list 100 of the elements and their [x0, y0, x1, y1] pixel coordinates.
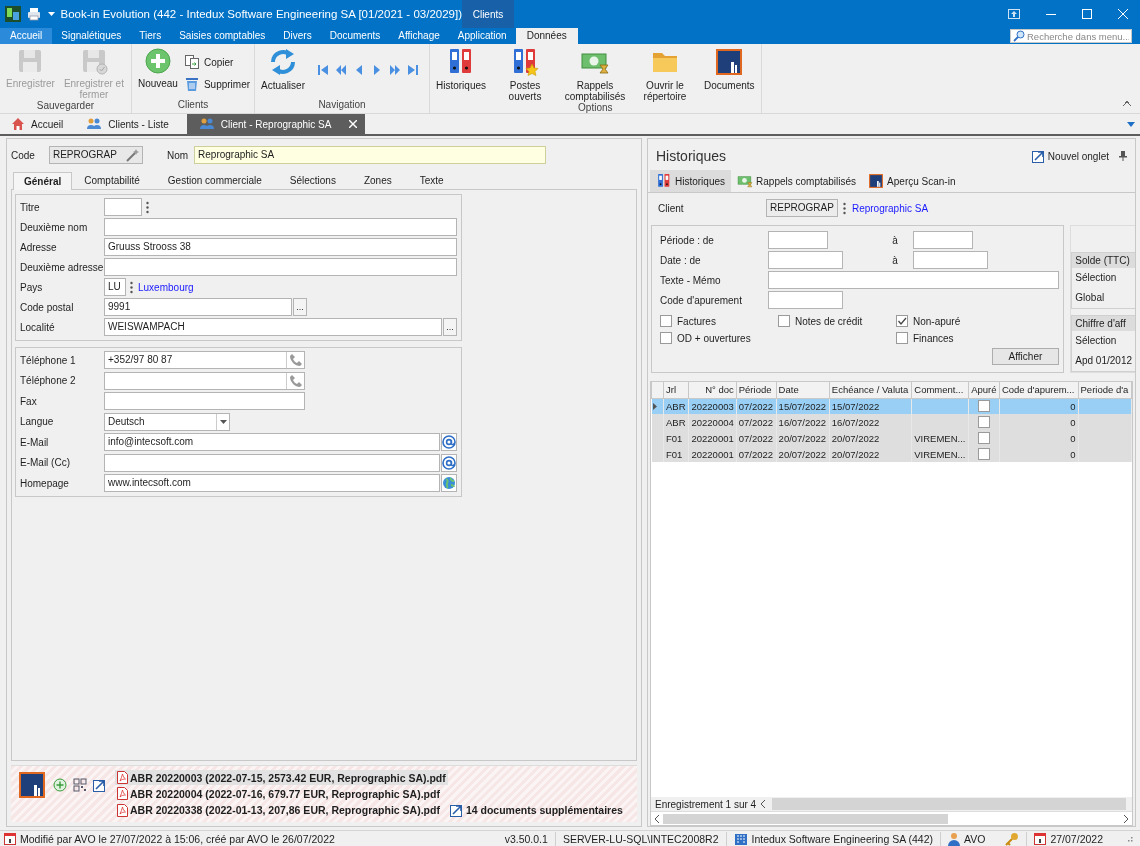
menu-tab[interactable]: Application: [448, 28, 516, 44]
text-field[interactable]: [768, 291, 843, 309]
text-field[interactable]: [104, 218, 457, 236]
skip-back-icon[interactable]: [317, 64, 329, 76]
attachment-link[interactable]: ABR 20220338 (2022-01-13, 207,86 EUR, Reprographic SA).pdf: [115, 802, 442, 818]
column-header[interactable]: Code d'apurem...: [999, 382, 1078, 398]
more-documents-link[interactable]: 14 documents supplémentaires: [447, 802, 625, 818]
form-tab[interactable]: Gestion commerciale: [157, 172, 272, 189]
shortcut-arrow-icon[interactable]: [1031, 149, 1046, 163]
close-icon[interactable]: [349, 120, 358, 128]
menu-tab[interactable]: Tiers: [130, 28, 171, 44]
code-field[interactable]: REPROGRAP: [766, 199, 838, 217]
column-header[interactable]: Période: [736, 382, 777, 398]
menu-tab[interactable]: Saisies comptables: [170, 28, 275, 44]
text-field[interactable]: LU: [104, 278, 126, 296]
more-dots-icon[interactable]: [130, 280, 133, 294]
column-header[interactable]: Echéance / Valuta: [829, 382, 912, 398]
column-header[interactable]: Jrl: [663, 382, 689, 398]
menu-tab[interactable]: Documents: [320, 28, 390, 44]
text-field[interactable]: www.intecsoft.com: [104, 474, 440, 492]
checkbox[interactable]: [660, 332, 672, 344]
document-tab[interactable]: Clients - Liste: [81, 114, 181, 134]
menu-tab[interactable]: Accueil: [0, 28, 53, 44]
menu-tab[interactable]: Divers: [274, 28, 321, 44]
search-field[interactable]: Recherche dans menu...: [1010, 29, 1132, 43]
text-field[interactable]: [768, 251, 843, 269]
table-row[interactable]: F01 20220001 07/2022 20/07/2022 20/07/2022 VIREMEN... 0: [651, 430, 1132, 446]
attachment-link[interactable]: ABR 20220004 (2022-07-16, 679.77 EUR, Reprographic SA).pdf: [115, 786, 442, 801]
checkbox[interactable]: [978, 400, 991, 413]
form-tab[interactable]: Zones: [353, 172, 402, 189]
scrollbar[interactable]: [663, 813, 948, 824]
maximize-icon[interactable]: [1082, 9, 1092, 19]
phone-icon[interactable]: [289, 353, 303, 367]
ribbon-button[interactable]: Historiques: [434, 47, 488, 91]
text-field[interactable]: 9991: [104, 298, 292, 316]
checkbox[interactable]: [778, 315, 790, 327]
form-tab[interactable]: Comptabilité: [74, 172, 150, 189]
collapse-icon[interactable]: [1122, 99, 1132, 107]
globe-icon[interactable]: [442, 476, 456, 490]
text-field[interactable]: Gruuss Strooss 38: [104, 238, 457, 256]
at-sign-icon[interactable]: [442, 455, 456, 470]
add-icon[interactable]: [53, 778, 67, 792]
ribbon-button[interactable]: Rappels comptabilisés: [562, 47, 628, 102]
more-dots-icon[interactable]: [146, 200, 149, 214]
ribbon-button[interactable]: Nouveau: [135, 47, 180, 89]
checkbox[interactable]: [978, 448, 991, 460]
text-field[interactable]: +352/97 80 87: [104, 351, 305, 369]
panel-tab[interactable]: Rappels comptabilisés: [731, 170, 863, 192]
column-header[interactable]: Comment...: [911, 382, 969, 398]
ribbon-button[interactable]: Supprimer: [183, 76, 251, 92]
dropdown[interactable]: Deutsch: [104, 412, 230, 431]
qr-code-icon[interactable]: [73, 778, 87, 792]
scroll-left-icon[interactable]: [654, 814, 660, 823]
text-field[interactable]: [104, 258, 457, 276]
phone-icon[interactable]: [289, 373, 303, 388]
form-tab[interactable]: Général: [13, 172, 73, 190]
wand-icon[interactable]: [124, 148, 139, 162]
caret-icon[interactable]: [47, 11, 55, 17]
text-field[interactable]: info@intecsoft.com: [104, 433, 440, 451]
pin-icon[interactable]: [1119, 151, 1127, 161]
menu-tab[interactable]: Données: [515, 28, 578, 44]
skip-forward-icon[interactable]: [407, 64, 419, 76]
ribbon-button[interactable]: Ouvrir le répertoire: [632, 47, 698, 102]
shortcut-arrow-icon[interactable]: [449, 803, 464, 817]
scrollbar[interactable]: [772, 798, 1126, 810]
text-field[interactable]: [104, 371, 305, 390]
checkbox[interactable]: [978, 432, 991, 444]
column-header[interactable]: Periode d'a: [1078, 382, 1132, 398]
form-tab[interactable]: Sélections: [279, 172, 346, 189]
scroll-right-icon[interactable]: [1123, 814, 1129, 823]
column-header[interactable]: Apuré: [968, 382, 1000, 398]
panel-tab[interactable]: Aperçu Scan-in: [862, 170, 962, 192]
menu-tab[interactable]: Signalétiques: [52, 28, 131, 44]
menu-tab[interactable]: Affichage: [389, 28, 449, 44]
text-field[interactable]: [913, 231, 973, 249]
document-tab[interactable]: Client - Reprographic SA: [186, 114, 366, 134]
form-tab[interactable]: Texte: [409, 172, 454, 189]
text-field[interactable]: [104, 392, 305, 410]
ribbon-button[interactable]: Actualiser: [259, 47, 307, 91]
new-tab-link[interactable]: Nouvel onglet: [1031, 149, 1109, 163]
table-row[interactable]: ABR 20220003 07/2022 15/07/2022 15/07/2022 0: [651, 398, 1132, 414]
text-field[interactable]: [768, 231, 828, 249]
more-dots-icon[interactable]: [842, 201, 846, 215]
checkbox[interactable]: [978, 416, 991, 428]
scroll-left-icon[interactable]: [760, 800, 767, 808]
checkbox[interactable]: [660, 315, 672, 327]
show-button[interactable]: Afficher: [991, 348, 1060, 365]
country-link[interactable]: Luxembourg: [138, 281, 194, 293]
name-field[interactable]: Reprographic SA: [194, 146, 547, 164]
close-icon[interactable]: [1118, 9, 1128, 19]
shortcut-arrow-icon[interactable]: [93, 778, 107, 792]
column-header[interactable]: N° doc: [688, 382, 737, 398]
window-icon[interactable]: [1008, 9, 1020, 19]
document-tab[interactable]: Accueil: [6, 114, 76, 134]
fast-forward-icon[interactable]: [389, 64, 401, 76]
key-icon[interactable]: [1005, 831, 1020, 846]
text-field[interactable]: [768, 271, 1060, 289]
text-field[interactable]: [913, 251, 988, 269]
attachment-link[interactable]: ABR 20220003 (2022-07-15, 2573.42 EUR, Reprographic SA).pdf: [115, 770, 448, 785]
text-field[interactable]: [104, 198, 142, 216]
